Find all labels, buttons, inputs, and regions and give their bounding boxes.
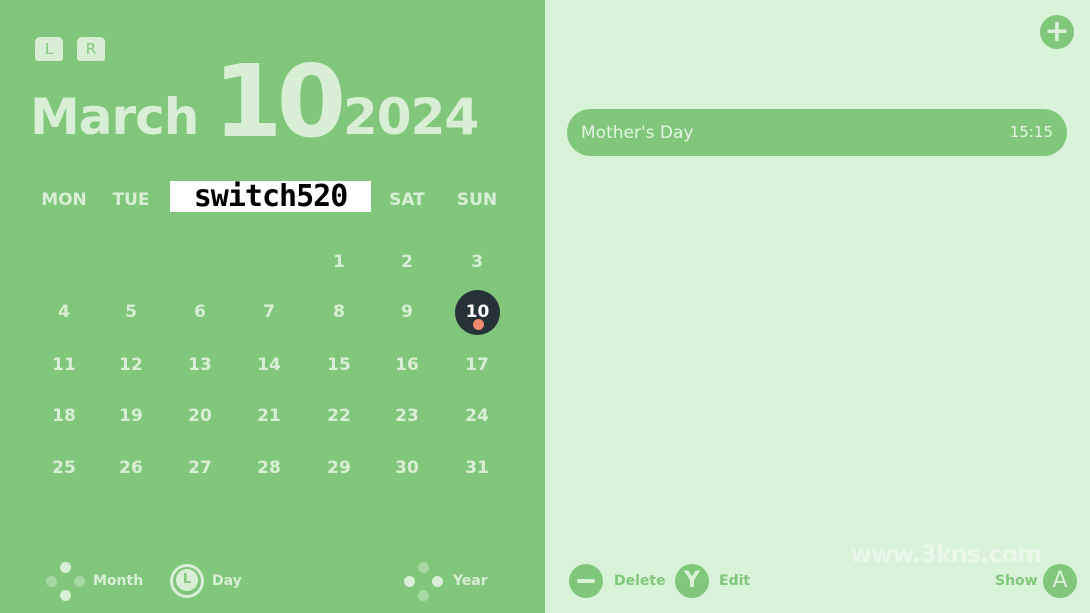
l-stick-icon: L xyxy=(170,564,204,598)
event-title: Mother's Day xyxy=(581,123,694,143)
day-cell[interactable]: 28 xyxy=(239,458,299,478)
r-button-icon[interactable]: R xyxy=(77,37,105,61)
day-cell[interactable]: 15 xyxy=(309,355,369,375)
event-item[interactable]: Mother's Day 15:15 xyxy=(567,109,1067,156)
month-hint: Month xyxy=(93,573,144,589)
event-dot-icon xyxy=(473,319,484,330)
day-title: 10 xyxy=(213,43,346,160)
day-cell[interactable]: 23 xyxy=(377,406,437,426)
day-cell[interactable]: 4 xyxy=(34,302,94,322)
day-cell-selected[interactable]: 10 xyxy=(455,290,500,335)
watermark-site: www.3kns.com xyxy=(850,540,1042,568)
plus-icon[interactable]: + xyxy=(1040,15,1074,49)
day-cell[interactable]: 21 xyxy=(239,406,299,426)
y-button-icon[interactable]: Y xyxy=(675,564,709,598)
dpad-updown-icon xyxy=(46,562,86,602)
year-hint: Year xyxy=(453,573,488,589)
day-cell[interactable]: 27 xyxy=(170,458,230,478)
l-button-icon[interactable]: L xyxy=(35,37,63,61)
day-cell[interactable]: 26 xyxy=(101,458,161,478)
day-cell[interactable]: 17 xyxy=(447,355,507,375)
day-cell[interactable]: 25 xyxy=(34,458,94,478)
show-hint[interactable]: Show xyxy=(995,573,1038,589)
day-cell[interactable]: 13 xyxy=(170,355,230,375)
day-cell[interactable]: 11 xyxy=(34,355,94,375)
day-cell[interactable]: 14 xyxy=(239,355,299,375)
day-cell[interactable]: 30 xyxy=(377,458,437,478)
day-cell[interactable]: 18 xyxy=(34,406,94,426)
day-cell[interactable]: 1 xyxy=(309,252,369,272)
watermark-overlay: switch520 xyxy=(170,181,371,212)
day-cell[interactable]: 24 xyxy=(447,406,507,426)
day-cell[interactable]: 22 xyxy=(309,406,369,426)
day-cell[interactable]: 12 xyxy=(101,355,161,375)
edit-hint[interactable]: Edit xyxy=(719,573,750,589)
minus-icon[interactable] xyxy=(569,564,603,598)
day-hint: Day xyxy=(212,573,242,589)
day-cell[interactable]: 9 xyxy=(377,302,437,322)
weekday-sat: SAT xyxy=(389,190,425,210)
day-cell[interactable]: 3 xyxy=(447,252,507,272)
day-cell[interactable]: 20 xyxy=(170,406,230,426)
event-time: 15:15 xyxy=(1009,123,1053,141)
calendar-panel: L R March 10 2024 MONTUEWEDTHUFRISATSUN1… xyxy=(0,0,545,613)
day-cell[interactable]: 16 xyxy=(377,355,437,375)
weekday-sun: SUN xyxy=(456,190,498,210)
day-cell[interactable]: 29 xyxy=(309,458,369,478)
dpad-leftright-icon xyxy=(404,562,444,602)
day-cell[interactable]: 2 xyxy=(377,252,437,272)
day-cell[interactable]: 8 xyxy=(309,302,369,322)
weekday-tue: TUE xyxy=(112,190,150,210)
events-panel xyxy=(545,0,1090,613)
day-cell[interactable]: 5 xyxy=(101,302,161,322)
a-button-icon[interactable]: A xyxy=(1043,564,1077,598)
day-cell[interactable]: 31 xyxy=(447,458,507,478)
day-cell[interactable]: 7 xyxy=(239,302,299,322)
year-title: 2024 xyxy=(343,88,479,146)
delete-hint[interactable]: Delete xyxy=(614,573,666,589)
weekday-mon: MON xyxy=(41,190,87,210)
day-cell[interactable]: 19 xyxy=(101,406,161,426)
month-title: March xyxy=(30,88,199,146)
day-cell[interactable]: 6 xyxy=(170,302,230,322)
